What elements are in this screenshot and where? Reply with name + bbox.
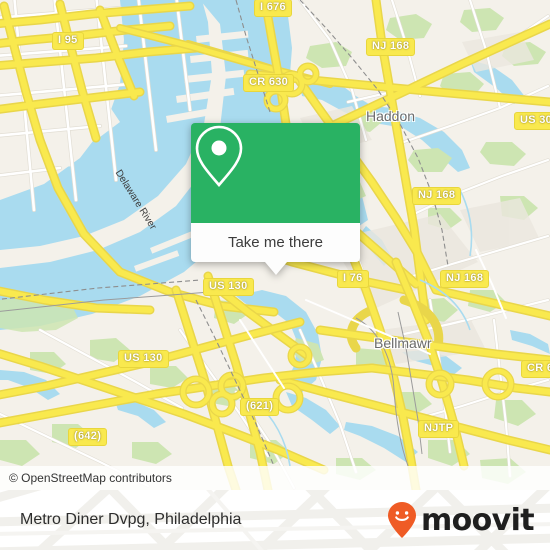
road-shield-njtp: NJTP: [418, 420, 460, 438]
road-shield-cr630: CR 630: [243, 74, 295, 92]
moovit-brand[interactable]: moovit: [387, 490, 535, 550]
road-shield-us130-s: US 130: [118, 350, 169, 368]
road-shield-621: (621): [240, 398, 280, 416]
map-screenshot-root: .w{fill:#a9dbef} .g{fill:#cde5b2} .gb{fi…: [0, 0, 550, 550]
place-title-text: Metro Diner Dvpg, Philadelphia: [20, 511, 242, 528]
road-shield-642: (642): [68, 428, 108, 446]
road-shield-us30: US 30: [514, 112, 550, 130]
road-shield-nj168-n: NJ 168: [366, 38, 416, 56]
map-pin-icon: [195, 125, 243, 188]
popup-image-panel: [191, 123, 360, 223]
road-shield-nj168-s: NJ 168: [440, 270, 490, 288]
moovit-smiley-pin-icon: [387, 502, 416, 538]
road-shield-cr65: CR 65: [521, 360, 550, 378]
attribution-text: © OpenStreetMap contributors: [9, 471, 172, 485]
place-label-haddon: Haddon: [366, 108, 416, 124]
map-canvas[interactable]: .w{fill:#a9dbef} .g{fill:#cde5b2} .gb{fi…: [0, 0, 550, 490]
map-attribution: © OpenStreetMap contributors: [0, 466, 550, 490]
place-title: Metro Diner Dvpg, Philadelphia: [20, 490, 241, 550]
moovit-wordmark: moovit: [420, 502, 535, 538]
road-shield-i95: I 95: [52, 32, 84, 50]
road-shield-i76: I 76: [337, 270, 369, 288]
road-shield-us130-n: US 130: [203, 278, 254, 296]
road-shield-nj168-c: NJ 168: [412, 187, 462, 205]
take-me-there-label: Take me there: [227, 234, 324, 251]
location-popup[interactable]: Take me there: [191, 123, 360, 275]
footer-bar: Metro Diner Dvpg, Philadelphia moovit: [0, 490, 550, 550]
place-label-bellmawr: Bellmawr: [374, 335, 432, 351]
road-shield-i676: I 676: [254, 0, 292, 17]
popup-pointer-tail: [264, 262, 287, 275]
popup-action-bar[interactable]: Take me there: [191, 223, 360, 262]
